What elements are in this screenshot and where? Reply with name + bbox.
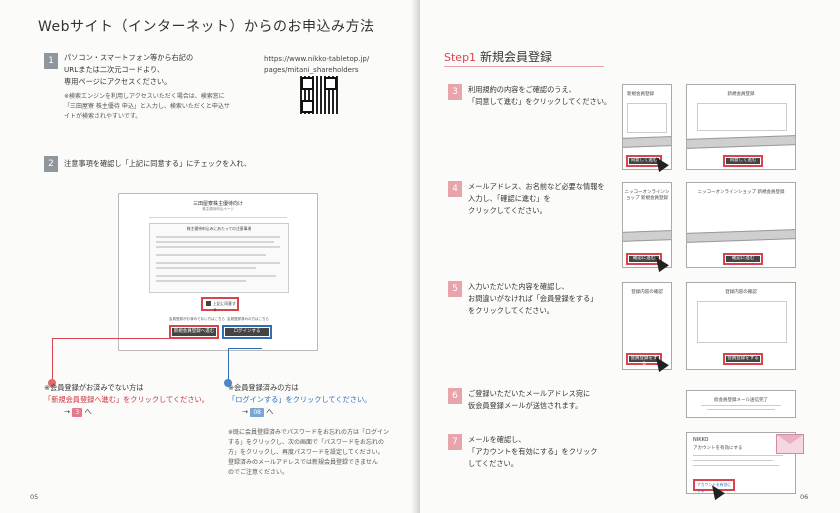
callout-line-red-vertical (52, 338, 53, 380)
brochure-spread: Webサイト（インターネット）からのお申込み方法 1 パソコン・スマートフォン等… (0, 0, 840, 513)
heading-rule (444, 66, 604, 67)
mock-page-title: 三田屋寮株主優待向け (192, 201, 243, 207)
page-number-left: 05 (30, 493, 39, 501)
step1-instructions: パソコン・スマートフォン等から右記の URLまたは二次元コードより、 専用ページ… (64, 53, 194, 86)
note-existing-member: ※会員登録済みの方は 「ログインする」をクリックしてください。 → 08 へ (228, 383, 372, 417)
page-number-right: 06 (800, 493, 809, 501)
step-number-1: 1 (44, 53, 58, 69)
step-number-6: 6 (448, 388, 462, 404)
step5-screenshot-mobile: 登録内容の確認 会員登録をする (622, 282, 672, 370)
step-number-3: 3 (448, 84, 462, 100)
step6-screenshot: 仮会員登録メール送信完了 (686, 390, 796, 418)
step3-screenshot-desktop: 新規会員登録 同意して進む (686, 84, 796, 170)
new-registration-button[interactable]: 新規会員登録へ進む (169, 325, 219, 339)
step3-screenshot-mobile: 新規会員登録 同意して進む (622, 84, 672, 170)
step-number-5: 5 (448, 281, 462, 297)
note-new-member: ※会員登録がお済みでない方は 「新規会員登録へ進む」をクリックしてください。 →… (44, 383, 209, 417)
login-button[interactable]: ログインする (222, 325, 272, 339)
qr-code (300, 76, 338, 114)
step-number-4: 4 (448, 181, 462, 197)
step4-screenshot-mobile: ニッコーオンラインショップ 新規会員登録 確認に進む (622, 182, 672, 268)
step7-instructions: メールを確認し、 「アカウントを有効にする」をクリック してください。 (468, 435, 598, 468)
step-number-7: 7 (448, 434, 462, 450)
mock-label-login: 会員登録済みの方はこちら (227, 317, 269, 321)
agree-checkbox-highlight[interactable]: 上記に同意する (201, 297, 239, 312)
step3-instructions: 利用規約の内容をご確認のうえ、 「同意して進む」をクリックしてください。 (468, 85, 612, 106)
page-title: Webサイト（インターネット）からのお申込み方法 (38, 19, 375, 35)
step6-instructions: ご登録いただいたメールアドレス宛に 仮会員登録メールが送信されます。 (468, 389, 591, 410)
mock-label-new: 会員登録がお済みでない方はこちら (169, 317, 225, 321)
checkbox-icon[interactable] (206, 301, 211, 306)
step1-search-note: ※検索エンジンを利用しアクセスいただく場合は、検索窓に 「三田屋寮 株主優待 申… (64, 93, 230, 120)
ref-step-08: 08 (250, 408, 264, 417)
envelope-icon (776, 434, 804, 454)
registration-url[interactable]: https://www.nikko-tabletop.jp/ pages/mit… (264, 54, 369, 75)
terms-box: 株主優待申込みにあたっての注意事項 (149, 223, 289, 293)
callout-line-blue (228, 348, 262, 349)
left-page: Webサイト（インターネット）からのお申込み方法 1 パソコン・スマートフォン等… (0, 0, 418, 513)
step-number-2: 2 (44, 156, 58, 172)
mock-page-subtitle: 株主優待申込ページ (202, 207, 234, 211)
callout-line-blue-vertical (228, 348, 229, 380)
step4-instructions: メールアドレス、お名前など必要な情報を 入力し、「確認に進む」を クリックしてく… (468, 182, 605, 215)
step4-screenshot-desktop: ニッコーオンラインショップ 新規会員登録 確認に進む (686, 182, 796, 268)
password-note: ※既に会員登録済みでパスワードをお忘れの方は「ログイン する」をクリックし、次の… (228, 429, 390, 476)
callout-line-red (52, 338, 172, 339)
step2-instructions: 注意事項を確認し「上記に同意する」にチェックを入れ、 (64, 159, 251, 168)
step5-instructions: 入力いただいた内容を確認し、 お間違いがなければ「会員登録をする」 をクリックし… (468, 282, 598, 315)
step5-screenshot-desktop: 登録内容の確認 会員登録をする (686, 282, 796, 370)
ref-step-3: 3 (72, 408, 83, 417)
agreement-page-screenshot: 三田屋寮株主優待向け 株主優待申込ページ 株主優待申込みにあたっての注意事項 上… (118, 193, 318, 351)
section-heading: Step1 新規会員登録 (444, 50, 553, 64)
